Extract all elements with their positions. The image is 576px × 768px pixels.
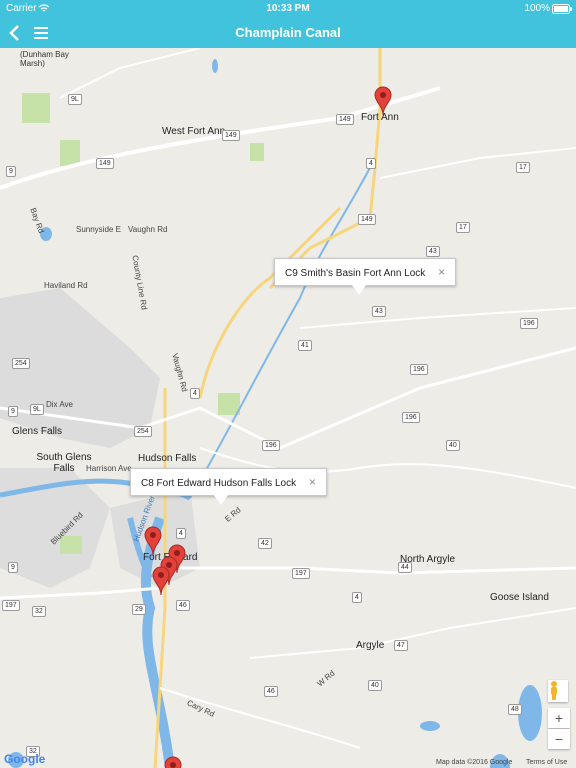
route-shield: 149 (96, 158, 114, 169)
lock-marker-pin[interactable] (374, 86, 392, 116)
route-shield: 197 (292, 568, 310, 579)
close-icon[interactable]: × (309, 469, 316, 495)
route-shield: 149 (358, 214, 376, 225)
route-shield: 196 (520, 318, 538, 329)
route-shield: 43 (426, 246, 440, 257)
route-shield: 9L (30, 404, 44, 415)
navigation-bar: Champlain Canal (0, 18, 576, 48)
place-label: Hudson Falls (138, 453, 197, 464)
route-shield: 40 (368, 680, 382, 691)
place-label: Glens Falls (12, 426, 63, 437)
place-label: South Glens Falls (36, 452, 92, 474)
route-shield: 9 (8, 562, 18, 573)
street-view-button[interactable] (548, 680, 568, 702)
route-shield: 4 (366, 158, 376, 169)
route-shield: 40 (446, 440, 460, 451)
route-shield: 44 (398, 562, 412, 573)
zoom-in-button[interactable]: + (548, 708, 570, 728)
route-shield: 197 (2, 600, 20, 611)
place-label: West Fort Ann (162, 126, 226, 137)
callout-pointer (214, 495, 228, 505)
road-label: Dix Ave (46, 400, 73, 409)
route-shield: 4 (176, 528, 186, 539)
callout-title: C8 Fort Edward Hudson Falls Lock (141, 478, 297, 489)
route-shield: 32 (32, 606, 46, 617)
page-title: Champlain Canal (235, 25, 341, 40)
map-view[interactable]: West Fort Ann Fort Ann Glens Falls South… (0, 48, 576, 768)
lock-info-callout[interactable]: C8 Fort Edward Hudson Falls Lock × (130, 468, 327, 496)
route-shield: 29 (132, 604, 146, 615)
map-data-attribution: Map data ©2016 Google (436, 759, 513, 766)
map-background (0, 48, 576, 768)
route-shield: 43 (372, 306, 386, 317)
route-shield: 254 (12, 358, 30, 369)
lock-marker-pin[interactable] (152, 566, 170, 596)
route-shield: 46 (264, 686, 278, 697)
road-label: Sunnyside E (76, 225, 121, 234)
google-logo: Google (4, 752, 46, 766)
route-shield: 17 (516, 162, 530, 173)
route-shield: 4 (190, 388, 200, 399)
close-icon[interactable]: × (438, 259, 445, 285)
route-shield: 196 (410, 364, 428, 375)
terms-link[interactable]: Terms of Use (526, 759, 567, 766)
route-shield: 149 (336, 114, 354, 125)
battery-icon (552, 4, 572, 17)
place-label: Argyle (356, 640, 385, 651)
lock-marker-pin[interactable] (144, 526, 162, 556)
road-label: Harrison Ave (86, 464, 132, 473)
clock: 10:33 PM (266, 3, 310, 14)
route-shield: 4 (352, 592, 362, 603)
place-label: (Dunham Bay Marsh) (20, 50, 69, 68)
route-shield: 196 (262, 440, 280, 451)
lock-marker-pin[interactable] (164, 756, 182, 768)
battery-percent: 100% (524, 3, 550, 14)
route-shield: 46 (176, 600, 190, 611)
lock-info-callout[interactable]: C9 Smith's Basin Fort Ann Lock × (274, 258, 457, 286)
route-shield: 47 (394, 640, 408, 651)
route-shield: 149 (222, 130, 240, 141)
route-shield: 254 (134, 426, 152, 437)
road-label: Vaughn Rd (128, 225, 168, 234)
route-shield: 9 (6, 166, 16, 177)
road-label: Haviland Rd (44, 281, 88, 290)
route-shield: 196 (402, 412, 420, 423)
route-shield: 9L (68, 94, 82, 105)
place-label: Goose Island (490, 592, 549, 603)
callout-pointer (352, 285, 366, 295)
route-shield: 42 (258, 538, 272, 549)
callout-title: C9 Smith's Basin Fort Ann Lock (285, 268, 426, 279)
route-shield: 48 (508, 704, 522, 715)
zoom-out-button[interactable]: − (548, 729, 570, 749)
status-bar: Carrier 10:33 PM 100% (0, 0, 576, 18)
route-shield: 17 (456, 222, 470, 233)
route-shield: 9 (8, 406, 18, 417)
route-shield: 41 (298, 340, 312, 351)
